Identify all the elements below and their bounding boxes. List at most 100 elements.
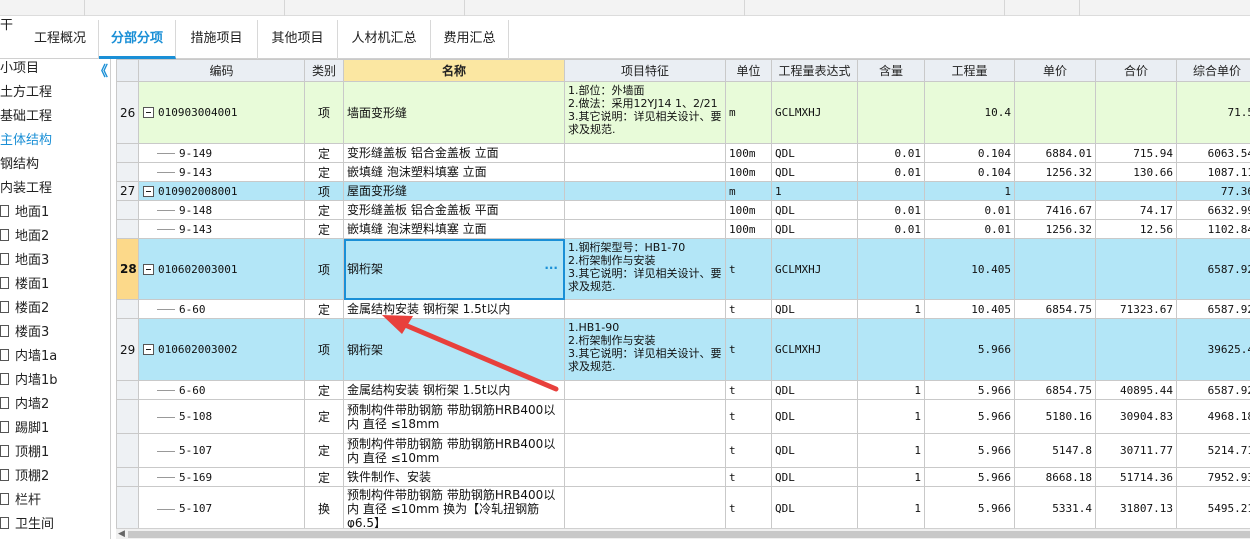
quantity-cell[interactable]: 5.966 — [924, 486, 1015, 531]
collapse-toggle-icon[interactable] — [143, 263, 154, 275]
content-cell[interactable]: 1 — [857, 299, 925, 319]
quantity-cell[interactable]: 5.966 — [924, 399, 1015, 434]
row-number[interactable] — [116, 486, 139, 531]
collapse-toggle-icon[interactable] — [143, 344, 154, 355]
total-price-cell[interactable] — [1095, 238, 1177, 300]
content-cell[interactable] — [857, 181, 925, 201]
quantity-cell[interactable]: 0.01 — [924, 200, 1015, 220]
feature-cell[interactable] — [564, 399, 726, 434]
composite-unit-price-cell[interactable]: 39625.4 — [1176, 318, 1250, 381]
name-cell[interactable]: 嵌填缝 泡沫塑料填塞 立面 — [343, 162, 565, 182]
column-header[interactable] — [116, 59, 139, 82]
quantity-cell[interactable]: 10.4 — [924, 81, 1015, 144]
feature-cell[interactable] — [564, 380, 726, 400]
composite-unit-price-cell[interactable]: 6063.54 — [1176, 143, 1250, 163]
sidebar-item[interactable]: 内装工程 — [0, 177, 52, 201]
column-header[interactable]: 含量 — [857, 59, 925, 82]
type-cell[interactable]: 定 — [304, 467, 344, 487]
row-number[interactable] — [116, 433, 139, 468]
row-number[interactable] — [116, 200, 139, 220]
composite-unit-price-cell[interactable]: 6632.99 — [1176, 200, 1250, 220]
composite-unit-price-cell[interactable]: 4968.18 — [1176, 399, 1250, 434]
feature-cell[interactable]: 1.钢桁架型号：HB1-70 2.桁架制作与安装 3.其它说明：详见相关设计、要求及… — [564, 238, 726, 300]
type-cell[interactable]: 项 — [304, 238, 344, 300]
composite-unit-price-cell[interactable]: 1102.84 — [1176, 219, 1250, 239]
type-cell[interactable]: 定 — [304, 380, 344, 400]
unit-cell[interactable]: t — [725, 486, 772, 531]
unit-price-cell[interactable]: 1256.32 — [1014, 162, 1096, 182]
total-price-cell[interactable]: 51714.36 — [1095, 467, 1177, 487]
column-header[interactable]: 项目特征 — [564, 59, 726, 82]
composite-unit-price-cell[interactable]: 1087.11 — [1176, 162, 1250, 182]
table-row[interactable]: 5-107 换预制构件带肋钢筋 带肋钢筋HRB400以内 直径 ≤10mm 换为【… — [116, 486, 1250, 531]
feature-cell[interactable] — [564, 467, 726, 487]
type-cell[interactable]: 定 — [304, 219, 344, 239]
code-cell[interactable]: 5-107 — [138, 433, 305, 468]
name-cell[interactable]: 嵌填缝 泡沫塑料填塞 立面 — [343, 219, 565, 239]
tab-6[interactable]: 费用汇总 — [431, 20, 509, 59]
sidebar-item[interactable]: 钢结构 — [0, 153, 39, 177]
name-cell[interactable]: 预制构件带肋钢筋 带肋钢筋HRB400以内 直径 ≤10mm 换为【冷轧扭钢筋 … — [343, 486, 565, 531]
row-number[interactable] — [116, 399, 139, 434]
table-row[interactable]: 5-107 定预制构件带肋钢筋 带肋钢筋HRB400以内 直径 ≤10mm t QDL… — [116, 433, 1250, 468]
code-cell[interactable]: 9-148 — [138, 200, 305, 220]
unit-cell[interactable]: t — [725, 238, 772, 300]
composite-unit-price-cell[interactable]: 6587.92 — [1176, 238, 1250, 300]
composite-unit-price-cell[interactable]: 7952.93 — [1176, 467, 1250, 487]
total-price-cell[interactable]: 40895.44 — [1095, 380, 1177, 400]
expression-cell[interactable]: QDL — [771, 467, 858, 487]
quantity-cell[interactable]: 10.405 — [924, 238, 1015, 300]
sidebar-item[interactable]: 主体结构 — [0, 129, 52, 153]
unit-cell[interactable]: m — [725, 81, 772, 144]
unit-price-cell[interactable] — [1014, 238, 1096, 300]
composite-unit-price-cell[interactable]: 5214.71 — [1176, 433, 1250, 468]
content-cell[interactable]: 0.01 — [857, 162, 925, 182]
sidebar-item[interactable]: 楼面3 — [0, 321, 49, 345]
content-cell[interactable] — [857, 318, 925, 381]
composite-unit-price-cell[interactable]: 6587.92 — [1176, 380, 1250, 400]
row-number[interactable] — [116, 299, 139, 319]
expression-cell[interactable]: GCLMXHJ — [771, 81, 858, 144]
total-price-cell[interactable]: 715.94 — [1095, 143, 1177, 163]
row-number[interactable] — [116, 162, 139, 182]
content-cell[interactable]: 1 — [857, 467, 925, 487]
sidebar-item[interactable]: 内墙1a — [0, 345, 57, 369]
code-cell[interactable]: 6-60 — [138, 380, 305, 400]
expression-cell[interactable]: QDL — [771, 299, 858, 319]
quantity-cell[interactable]: 5.966 — [924, 380, 1015, 400]
row-number[interactable] — [116, 467, 139, 487]
feature-cell[interactable] — [564, 299, 726, 319]
feature-cell[interactable] — [564, 486, 726, 531]
type-cell[interactable]: 定 — [304, 162, 344, 182]
quantity-cell[interactable]: 0.104 — [924, 162, 1015, 182]
code-cell[interactable]: 010602003002 — [138, 318, 305, 381]
sidebar-item[interactable]: 卫生间 — [0, 513, 54, 537]
name-cell[interactable]: 金属结构安装 钢桁架 1.5t以内 — [343, 380, 565, 400]
tab-2[interactable]: 分部分项 — [99, 20, 176, 59]
unit-price-cell[interactable]: 5180.16 — [1014, 399, 1096, 434]
content-cell[interactable]: 0.01 — [857, 143, 925, 163]
expression-cell[interactable]: QDL — [771, 433, 858, 468]
total-price-cell[interactable]: 30904.83 — [1095, 399, 1177, 434]
quantity-cell[interactable]: 10.405 — [924, 299, 1015, 319]
sidebar-item[interactable]: 楼面2 — [0, 297, 49, 321]
table-row[interactable]: 6-60 定金属结构安装 钢桁架 1.5t以内 t QDL 1 10.405 6854.75… — [116, 299, 1250, 319]
name-cell[interactable]: 屋面变形缝 — [343, 181, 565, 201]
code-cell[interactable]: 9-143 — [138, 162, 305, 182]
row-number[interactable]: 28 — [116, 238, 139, 300]
column-header[interactable]: 合价 — [1095, 59, 1177, 82]
sidebar-item[interactable]: 地面3 — [0, 249, 49, 273]
unit-price-cell[interactable]: 7416.67 — [1014, 200, 1096, 220]
content-cell[interactable]: 1 — [857, 433, 925, 468]
name-cell[interactable]: 变形缝盖板 铝合金盖板 立面 — [343, 143, 565, 163]
unit-cell[interactable]: m — [725, 181, 772, 201]
feature-cell[interactable] — [564, 219, 726, 239]
sidebar-item[interactable]: 踢脚1 — [0, 417, 49, 441]
unit-price-cell[interactable]: 5331.4 — [1014, 486, 1096, 531]
composite-unit-price-cell[interactable]: 71.5 — [1176, 81, 1250, 144]
type-cell[interactable]: 定 — [304, 200, 344, 220]
content-cell[interactable] — [857, 238, 925, 300]
table-row[interactable]: 9-148 定变形缝盖板 铝合金盖板 平面 100m QDL 0.01 0.01 7416.… — [116, 200, 1250, 220]
unit-price-cell[interactable]: 6884.01 — [1014, 143, 1096, 163]
content-cell[interactable]: 0.01 — [857, 200, 925, 220]
